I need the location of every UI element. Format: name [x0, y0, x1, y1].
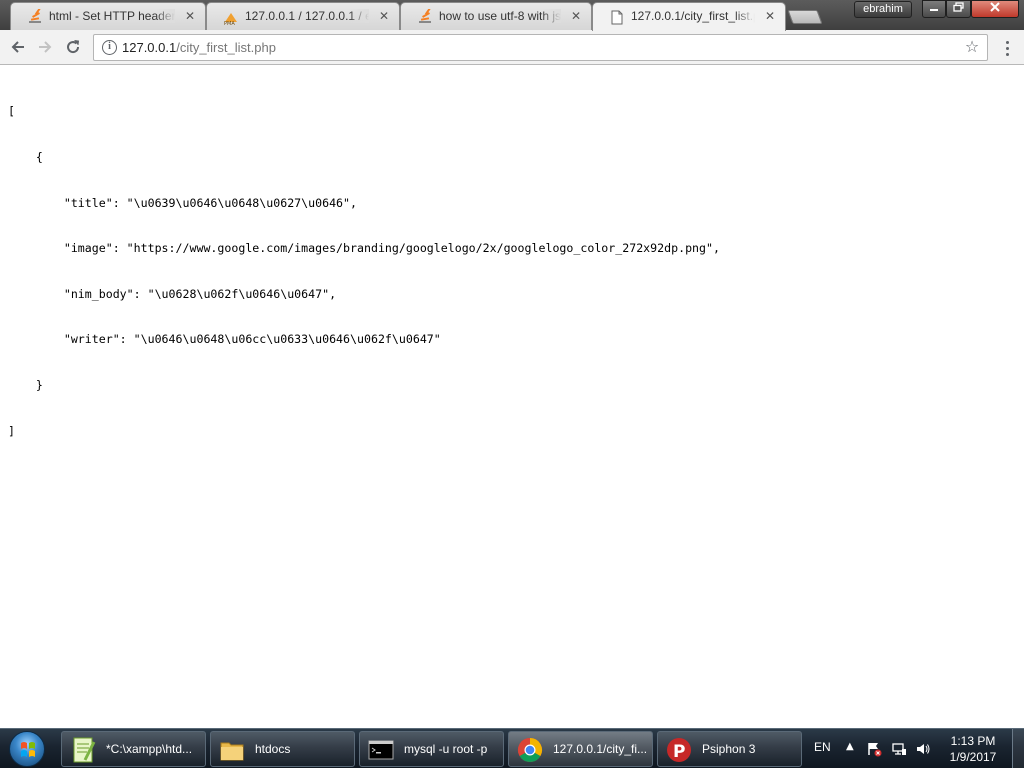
taskbar-item-mysql[interactable]: mysql -u root -p	[359, 731, 504, 767]
clock-time: 1:13 PM	[950, 734, 996, 748]
new-tab-button[interactable]	[787, 10, 823, 24]
arrow-right-icon	[39, 41, 52, 53]
folder-icon	[218, 736, 246, 764]
tab-city-first-list[interactable]: 127.0.0.1/city_first_list.ph ✕	[592, 2, 786, 31]
svg-text:P: P	[673, 742, 685, 762]
reload-icon	[67, 40, 80, 54]
stackoverflow-icon	[27, 9, 43, 25]
json-line: ]	[8, 423, 15, 438]
tab-title: 127.0.0.1/city_first_list.ph	[631, 9, 755, 23]
back-button[interactable]	[6, 36, 30, 58]
window-close-button[interactable]	[971, 0, 1019, 18]
restore-icon	[953, 2, 964, 12]
windows-logo-icon	[9, 731, 45, 767]
json-output: [ { "title": "\u0639\u0646\u0648\u0627\u…	[8, 74, 720, 469]
tab-strip: html - Set HTTP header t ✕ PMA 127.0.0.1…	[0, 0, 1024, 31]
clock[interactable]: 1:13 PM 1/9/2017	[940, 733, 1006, 765]
clock-date: 1/9/2017	[949, 750, 997, 764]
url-path: /city_first_list.php	[176, 40, 276, 55]
show-hidden-icons-icon[interactable]: ▲	[846, 741, 854, 752]
json-line: "nim_body": "\u0628\u062f\u0646\u0647",	[8, 286, 337, 301]
page-icon	[609, 9, 625, 25]
close-icon[interactable]: ✕	[183, 9, 197, 23]
json-line: "title": "\u0639\u0646\u0648\u0627\u0646…	[8, 195, 358, 210]
taskbar-item-notepad[interactable]: *C:\xampp\htd...	[61, 731, 206, 767]
notepad-plus-plus-icon	[69, 736, 97, 764]
tab-set-http-header[interactable]: html - Set HTTP header t ✕	[10, 2, 206, 30]
taskbar-item-label: htdocs	[255, 742, 291, 756]
menu-button[interactable]	[998, 37, 1016, 59]
forward-button[interactable]	[33, 36, 57, 58]
tab-phpmyadmin[interactable]: PMA 127.0.0.1 / 127.0.0.1 / eb ✕	[206, 2, 400, 30]
star-icon[interactable]: ☆	[963, 38, 981, 56]
browser-toolbar: i 127.0.0.1/city_first_list.php ☆	[0, 30, 1024, 65]
action-center-icon[interactable]	[866, 741, 882, 757]
phpmyadmin-icon: PMA	[223, 9, 239, 25]
taskbar-item-psiphon[interactable]: P Psiphon 3	[657, 731, 802, 767]
network-icon[interactable]	[891, 741, 907, 757]
taskbar-item-label: *C:\xampp\htd...	[106, 742, 193, 756]
taskbar-item-chrome[interactable]: 127.0.0.1/city_fi...	[508, 731, 653, 767]
svg-text:PMA: PMA	[224, 21, 235, 25]
psiphon-icon: P	[665, 736, 693, 764]
json-line: "image": "https://www.google.com/images/…	[8, 241, 720, 256]
arrow-left-icon	[11, 41, 24, 53]
close-icon[interactable]: ✕	[569, 9, 583, 23]
cmd-icon	[367, 736, 395, 764]
tab-title: html - Set HTTP header t	[49, 9, 175, 23]
taskbar-item-label: mysql -u root -p	[404, 742, 488, 756]
chrome-icon	[516, 736, 544, 764]
start-button[interactable]	[5, 730, 49, 768]
stackoverflow-icon	[417, 9, 433, 25]
reload-button[interactable]	[61, 36, 85, 58]
close-icon[interactable]: ✕	[763, 9, 777, 23]
restore-button[interactable]	[946, 0, 971, 18]
tab-utf8-json[interactable]: how to use utf-8 with jso ✕	[400, 2, 592, 30]
minimize-icon	[930, 9, 938, 11]
info-icon[interactable]: i	[102, 40, 117, 55]
menu-dot	[1005, 46, 1009, 50]
taskbar: *C:\xampp\htd... htdocs mysql -u root -p…	[0, 728, 1024, 768]
close-icon	[990, 2, 1000, 12]
json-line: [	[8, 104, 15, 119]
language-indicator[interactable]: EN	[814, 740, 831, 754]
url-text[interactable]: 127.0.0.1/city_first_list.php	[122, 40, 276, 55]
url-host: 127.0.0.1	[122, 40, 177, 55]
taskbar-item-label: Psiphon 3	[702, 742, 756, 756]
json-line: {	[8, 150, 43, 164]
tab-title: 127.0.0.1 / 127.0.0.1 / eb	[245, 9, 369, 23]
minimize-button[interactable]	[922, 0, 946, 18]
menu-dot	[1005, 52, 1009, 56]
close-icon[interactable]: ✕	[377, 9, 391, 23]
taskbar-item-label: 127.0.0.1/city_fi...	[553, 742, 648, 756]
menu-dot	[1005, 40, 1009, 44]
volume-icon[interactable]	[915, 741, 931, 757]
profile-button[interactable]: ebrahim	[854, 1, 912, 18]
json-line: "writer": "\u0646\u0648\u06cc\u0633\u064…	[8, 332, 441, 347]
tab-title: how to use utf-8 with jso	[439, 9, 561, 23]
show-desktop-button[interactable]	[1012, 729, 1024, 768]
address-bar[interactable]: i 127.0.0.1/city_first_list.php ☆	[93, 34, 988, 61]
taskbar-item-htdocs[interactable]: htdocs	[210, 731, 355, 767]
json-line: }	[8, 377, 43, 392]
page-content: [ { "title": "\u0639\u0646\u0648\u0627\u…	[0, 66, 1024, 728]
